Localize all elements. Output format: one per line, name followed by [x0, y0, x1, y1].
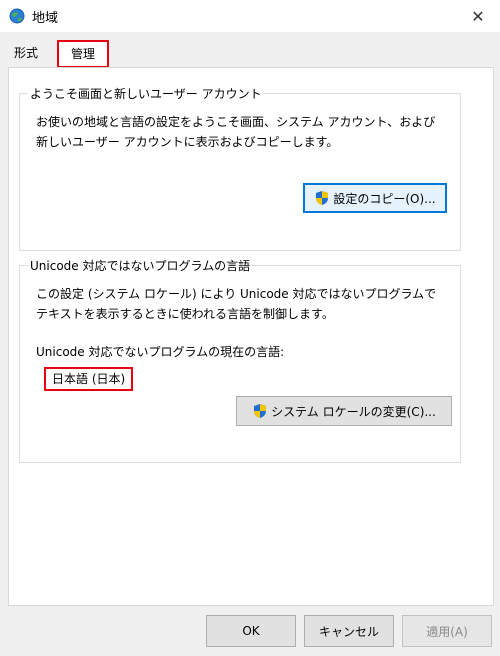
tab-bar: 形式 管理 [0, 32, 500, 68]
unicode-description: この設定 (システム ロケール) により Unicode 対応ではないプログラム… [36, 287, 437, 321]
current-language-label: Unicode 対応でないプログラムの現在の言語: [36, 345, 285, 359]
close-icon: ✕ [471, 6, 485, 26]
window-title: 地域 [32, 11, 59, 26]
current-language-value: 日本語 (日本) [44, 367, 134, 391]
apply-button[interactable]: 適用(A) [402, 615, 492, 647]
tab-format[interactable]: 形式 [8, 42, 44, 64]
change-system-locale-button[interactable]: システム ロケールの変更(C)... [236, 396, 452, 426]
copy-settings-label: 設定のコピー(O)... [333, 191, 436, 206]
unicode-group: Unicode 対応ではないプログラムの言語 この設定 (システム ロケール) … [19, 257, 461, 463]
shield-icon [316, 191, 329, 205]
unicode-group-title: Unicode 対応ではないプログラムの言語 [28, 257, 253, 274]
welcome-group: ようこそ画面と新しいユーザー アカウント お使いの地域と言語の設定をようこそ画面… [19, 85, 461, 251]
close-button[interactable]: ✕ [466, 4, 490, 28]
globe-icon [9, 8, 25, 24]
tab-panel: ようこそ画面と新しいユーザー アカウント お使いの地域と言語の設定をようこそ画面… [8, 67, 494, 606]
tab-administrative[interactable]: 管理 [57, 40, 110, 68]
welcome-group-title: ようこそ画面と新しいユーザー アカウント [28, 85, 264, 102]
ok-button[interactable]: OK [206, 615, 296, 647]
change-locale-label: システム ロケールの変更(C)... [271, 404, 436, 419]
welcome-description: お使いの地域と言語の設定をようこそ画面、システム アカウント、および新しいユーザ… [36, 115, 436, 149]
title-bar: 地域 ✕ [0, 0, 500, 32]
cancel-button[interactable]: キャンセル [304, 615, 394, 647]
shield-icon [254, 404, 267, 418]
copy-settings-button[interactable]: 設定のコピー(O)... [303, 183, 447, 213]
